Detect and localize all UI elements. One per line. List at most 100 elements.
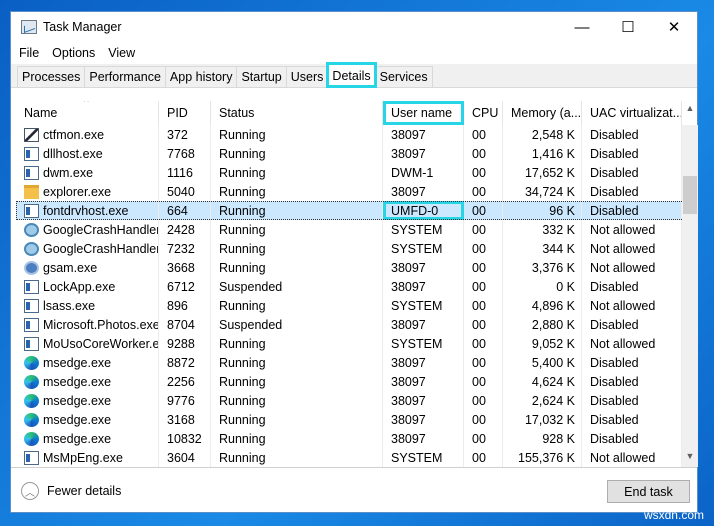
cell-text: Disabled bbox=[590, 184, 639, 199]
tab-users[interactable]: Users bbox=[285, 66, 329, 87]
cell-text: Running bbox=[219, 393, 266, 408]
cell-text: Running bbox=[219, 203, 266, 218]
cell-uac: Not allowed bbox=[582, 334, 682, 353]
cell-text: dllhost.exe bbox=[43, 146, 103, 161]
cell-text: 155,376 K bbox=[518, 450, 575, 465]
cell-text: Disabled bbox=[590, 431, 639, 446]
table-row[interactable]: msedge.exe 10832 Running 38097 00 928 K Disabl… bbox=[16, 429, 698, 448]
table-row[interactable]: msedge.exe 3168 Running 38097 00 17,032 K Disa… bbox=[16, 410, 698, 429]
cell-text: 34,724 K bbox=[524, 184, 575, 199]
table-row[interactable]: MoUsoCoreWorker.e... 9288 Running SYSTEM 00 9… bbox=[16, 334, 698, 353]
table-row[interactable]: ctfmon.exe 372 Running 38097 00 2,548 K Disabl… bbox=[16, 125, 698, 144]
cell-user: 38097 bbox=[383, 277, 464, 296]
vertical-scrollbar[interactable]: ▲ ▼ bbox=[682, 103, 698, 467]
cell-name: fontdrvhost.exe bbox=[16, 201, 159, 220]
cell-pid: 3604 bbox=[159, 448, 211, 467]
task-manager-window: Task Manager — ☐ ✕ File Options View Pro… bbox=[10, 11, 698, 513]
minimize-button[interactable]: — bbox=[559, 12, 605, 42]
column-header-uac[interactable]: UAC virtualizat... bbox=[582, 101, 682, 125]
cell-text: 00 bbox=[472, 374, 486, 389]
column-header-pid[interactable]: PID bbox=[159, 101, 211, 125]
cell-status: Suspended bbox=[211, 315, 383, 334]
table-row[interactable]: msedge.exe 2256 Running 38097 00 4,624 K Disab… bbox=[16, 372, 698, 391]
edge-icon bbox=[24, 374, 39, 389]
cell-user: 38097 bbox=[383, 429, 464, 448]
cell-status: Running bbox=[211, 372, 383, 391]
cell-cpu: 00 bbox=[464, 334, 503, 353]
tab-details[interactable]: Details bbox=[326, 62, 377, 88]
cell-text: 3168 bbox=[167, 412, 195, 427]
cell-pid: 2428 bbox=[159, 220, 211, 239]
table-row[interactable]: GoogleCrashHandler... 7232 Running SYSTEM 00… bbox=[16, 239, 698, 258]
cell-uac: Disabled bbox=[582, 125, 682, 144]
cell-text: Not allowed bbox=[590, 241, 656, 256]
table-row[interactable]: dwm.exe 1116 Running DWM-1 00 17,652 K Disable… bbox=[16, 163, 698, 182]
cell-user: DWM-1 bbox=[383, 163, 464, 182]
cell-text: 7232 bbox=[167, 241, 195, 256]
cell-user: SYSTEM bbox=[383, 220, 464, 239]
cell-text: msedge.exe bbox=[43, 431, 112, 446]
cell-text: msedge.exe bbox=[43, 355, 112, 370]
cell-uac: Disabled bbox=[582, 353, 682, 372]
column-header-user-name[interactable]: User name bbox=[383, 101, 464, 125]
cell-user: 38097 bbox=[383, 144, 464, 163]
cell-cpu: 00 bbox=[464, 182, 503, 201]
cell-text: Suspended bbox=[219, 279, 283, 294]
tab-processes[interactable]: Processes bbox=[17, 66, 86, 87]
cell-mem: 332 K bbox=[503, 220, 582, 239]
cell-uac: Disabled bbox=[582, 163, 682, 182]
close-button[interactable]: ✕ bbox=[651, 12, 697, 42]
end-task-button[interactable]: End task bbox=[607, 480, 690, 503]
column-header-cpu[interactable]: CPU bbox=[464, 101, 503, 125]
scrollbar-thumb[interactable] bbox=[683, 176, 697, 214]
cell-user: SYSTEM bbox=[383, 239, 464, 258]
maximize-button[interactable]: ☐ bbox=[605, 12, 651, 42]
cell-mem: 17,652 K bbox=[503, 163, 582, 182]
cell-text: msedge.exe bbox=[43, 393, 112, 408]
tab-app-history[interactable]: App history bbox=[164, 66, 238, 87]
table-row[interactable]: MsMpEng.exe 3604 Running SYSTEM 00 155,376 K N… bbox=[16, 448, 698, 467]
column-header-memory[interactable]: Memory (a... bbox=[503, 101, 582, 125]
cell-text: dwm.exe bbox=[43, 165, 94, 180]
cell-text: Microsoft.Photos.exe bbox=[43, 317, 159, 332]
menu-view[interactable]: View bbox=[108, 46, 135, 60]
tab-services[interactable]: Services bbox=[374, 66, 433, 87]
table-row[interactable]: explorer.exe 5040 Running 38097 00 34,724 K Di… bbox=[16, 182, 698, 201]
table-row[interactable]: msedge.exe 9776 Running 38097 00 2,624 K Disab… bbox=[16, 391, 698, 410]
table-row[interactable]: GoogleCrashHandler... 2428 Running SYSTEM 00… bbox=[16, 220, 698, 239]
cell-mem: 2,548 K bbox=[503, 125, 582, 144]
menu-options[interactable]: Options bbox=[52, 46, 95, 60]
fewer-details-button[interactable]: ︿ Fewer details bbox=[21, 482, 121, 500]
cell-cpu: 00 bbox=[464, 258, 503, 277]
fewer-details-label: Fewer details bbox=[47, 484, 122, 498]
cell-name: MsMpEng.exe bbox=[16, 448, 159, 467]
cell-cpu: 00 bbox=[464, 391, 503, 410]
table-row[interactable]: fontdrvhost.exe 664 Running UMFD-0 00 96 K Dis… bbox=[16, 201, 698, 220]
table-row[interactable]: lsass.exe 896 Running SYSTEM 00 4,896 K Not al… bbox=[16, 296, 698, 315]
cell-text: Running bbox=[219, 146, 266, 161]
cell-text: Suspended bbox=[219, 317, 283, 332]
table-row[interactable]: gsam.exe 3668 Running 38097 00 3,376 K Not all… bbox=[16, 258, 698, 277]
table-row[interactable]: dllhost.exe 7768 Running 38097 00 1,416 K Disa… bbox=[16, 144, 698, 163]
cell-name: msedge.exe bbox=[16, 372, 159, 391]
tab-startup[interactable]: Startup bbox=[236, 66, 287, 87]
tab-performance[interactable]: Performance bbox=[84, 66, 166, 87]
scroll-down-icon[interactable]: ▼ bbox=[682, 451, 698, 467]
cell-status: Running bbox=[211, 239, 383, 258]
cell-text: 3604 bbox=[167, 450, 195, 465]
cell-text: 38097 bbox=[391, 260, 426, 275]
table-row[interactable]: LockApp.exe 6712 Suspended 38097 00 0 K Disabl… bbox=[16, 277, 698, 296]
table-row[interactable]: msedge.exe 8872 Running 38097 00 5,400 K Disab… bbox=[16, 353, 698, 372]
menu-file[interactable]: File bbox=[19, 46, 39, 60]
cell-text: 2428 bbox=[167, 222, 195, 237]
cell-pid: 1116 bbox=[159, 163, 211, 182]
cell-text: 00 bbox=[472, 222, 486, 237]
cell-text: Disabled bbox=[590, 412, 639, 427]
cell-text: 928 K bbox=[542, 431, 575, 446]
cell-text: msedge.exe bbox=[43, 412, 112, 427]
table-row[interactable]: Microsoft.Photos.exe 8704 Suspended 38097 00… bbox=[16, 315, 698, 334]
cell-pid: 3668 bbox=[159, 258, 211, 277]
win-app-icon bbox=[24, 450, 39, 465]
scroll-up-icon[interactable]: ▲ bbox=[682, 103, 698, 119]
column-header-status[interactable]: Status bbox=[211, 101, 383, 125]
